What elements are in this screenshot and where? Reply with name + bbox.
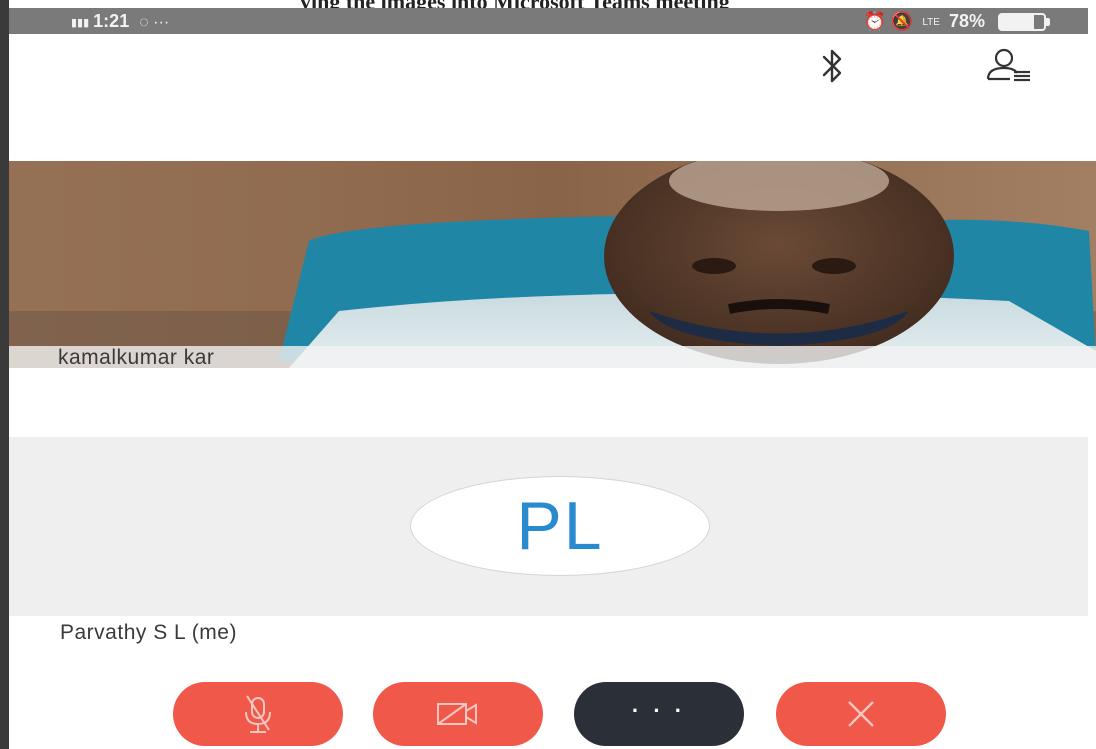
self-initials: PL: [516, 488, 604, 564]
more-options-button[interactable]: · · ·: [574, 682, 744, 746]
status-left: ▮▮▮ 1:21 ◌ ···: [71, 11, 169, 32]
self-participant-name: Parvathy S L (me): [60, 621, 237, 644]
status-time: 1:21: [93, 11, 130, 31]
participants-icon[interactable]: [984, 48, 1032, 82]
close-icon: [848, 701, 874, 727]
status-right: ⏰ 🔕 LTE 78%: [863, 11, 1050, 32]
battery-fill: [1000, 15, 1035, 30]
remote-participant-name: kamalkumar kar: [58, 346, 215, 369]
remote-video-feed: [9, 161, 1096, 368]
network-indicator-icon: LTE: [922, 16, 940, 28]
video-toggle-button[interactable]: [373, 682, 543, 746]
mic-off-icon: [245, 695, 271, 733]
battery-icon: [998, 13, 1050, 32]
status-extras-icon: ◌ ···: [139, 14, 170, 31]
mute-bell-icon: 🔕: [890, 11, 914, 31]
mute-button[interactable]: [173, 682, 343, 746]
video-off-icon: [437, 703, 477, 725]
frame-edge: [0, 0, 9, 749]
bluetooth-icon[interactable]: [818, 46, 848, 86]
self-avatar: PL: [410, 476, 710, 576]
signal-icon: ▮▮▮: [71, 16, 90, 29]
battery-percent: 78%: [948, 11, 985, 31]
status-bar: ▮▮▮ 1:21 ◌ ··· ⏰ 🔕 LTE 78%: [9, 8, 1088, 34]
more-options-label: · · ·: [631, 698, 687, 723]
end-call-button[interactable]: [776, 682, 946, 746]
alarm-icon: ⏰: [863, 11, 886, 31]
remote-video-tile: [9, 161, 1096, 368]
